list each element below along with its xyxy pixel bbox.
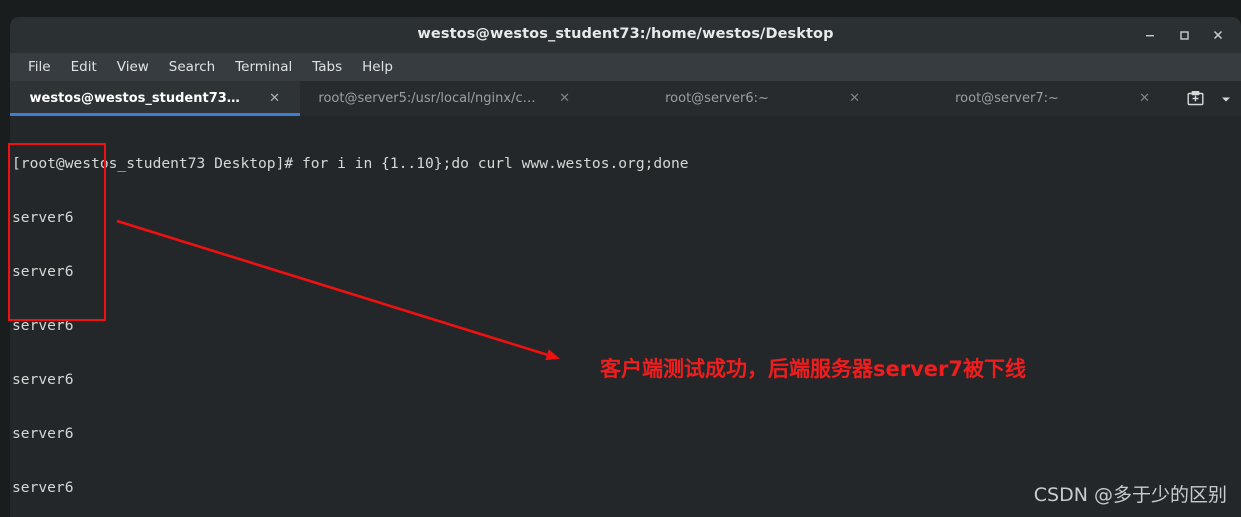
tab-root-server6[interactable]: root@server6:~ ✕ bbox=[590, 81, 880, 116]
shell-prompt: [root@westos_student73 Desktop]# bbox=[12, 155, 294, 172]
chevron-down-icon bbox=[1222, 97, 1230, 101]
terminal-output-line: server6 bbox=[12, 479, 74, 496]
tab-close-icon[interactable]: ✕ bbox=[1139, 92, 1150, 105]
tab-list-dropdown-button[interactable] bbox=[1211, 81, 1241, 116]
tab-root-server5[interactable]: root@server5:/usr/local/nginx/c… ✕ bbox=[300, 81, 590, 116]
terminal-output-line: server6 bbox=[12, 317, 74, 334]
terminal-output-line: server6 bbox=[12, 425, 74, 442]
tab-label: root@server6:~ bbox=[665, 91, 769, 106]
terminal-body[interactable]: [root@westos_student73 Desktop]# for i i… bbox=[10, 116, 1241, 517]
window-controls bbox=[1133, 17, 1235, 53]
close-icon bbox=[1213, 30, 1223, 40]
terminal-output-line: server6 bbox=[12, 371, 74, 388]
terminal-window: westos@westos_student73:/home/westos/Des… bbox=[10, 17, 1241, 517]
maximize-button[interactable] bbox=[1167, 20, 1201, 50]
minimize-button[interactable] bbox=[1133, 20, 1167, 50]
window-titlebar: westos@westos_student73:/home/westos/Des… bbox=[10, 17, 1241, 53]
menu-bar: File Edit View Search Terminal Tabs Help bbox=[10, 53, 1241, 81]
menu-item-tabs[interactable]: Tabs bbox=[302, 56, 352, 78]
menu-item-file[interactable]: File bbox=[18, 56, 61, 78]
menu-item-search[interactable]: Search bbox=[159, 56, 225, 78]
new-tab-button[interactable] bbox=[1179, 81, 1211, 116]
minimize-icon bbox=[1146, 35, 1154, 37]
terminal-output-line: server6 bbox=[12, 209, 74, 226]
tab-close-icon[interactable]: ✕ bbox=[849, 92, 860, 105]
close-button[interactable] bbox=[1201, 20, 1235, 50]
tab-root-server7[interactable]: root@server7:~ ✕ bbox=[880, 81, 1170, 116]
tab-close-icon[interactable]: ✕ bbox=[559, 92, 570, 105]
terminal-command-line: [root@westos_student73 Desktop]# for i i… bbox=[12, 155, 689, 173]
menu-item-view[interactable]: View bbox=[107, 56, 159, 78]
terminal-output-line: server6 bbox=[12, 263, 74, 280]
window-title: westos@westos_student73:/home/westos/Des… bbox=[417, 26, 834, 42]
maximize-icon bbox=[1180, 31, 1189, 40]
shell-command: for i in {1..10};do curl www.westos.org;… bbox=[301, 155, 689, 172]
terminal-text: [root@westos_student73 Desktop]# for i i… bbox=[12, 119, 689, 517]
tab-bar-actions bbox=[1179, 81, 1241, 116]
tab-close-icon[interactable]: ✕ bbox=[269, 92, 280, 105]
tab-westos-student73[interactable]: westos@westos_student73:/ho… ✕ bbox=[10, 81, 300, 116]
annotation-note: 客户端测试成功，后端服务器server7被下线 bbox=[600, 357, 1026, 381]
screenshot-root: westos@westos_student73:/home/westos/Des… bbox=[0, 0, 1241, 517]
csdn-watermark: CSDN @多于少的区别 bbox=[1033, 484, 1227, 506]
command-spacer bbox=[293, 155, 302, 172]
new-tab-icon bbox=[1187, 91, 1204, 106]
menu-item-help[interactable]: Help bbox=[352, 56, 403, 78]
tab-label: root@server7:~ bbox=[955, 91, 1059, 106]
menu-item-edit[interactable]: Edit bbox=[61, 56, 107, 78]
tab-label: westos@westos_student73:/ho… bbox=[29, 91, 245, 106]
menu-item-terminal[interactable]: Terminal bbox=[225, 56, 302, 78]
tab-label: root@server5:/usr/local/nginx/c… bbox=[318, 91, 536, 106]
tab-bar: westos@westos_student73:/ho… ✕ root@serv… bbox=[10, 81, 1241, 116]
